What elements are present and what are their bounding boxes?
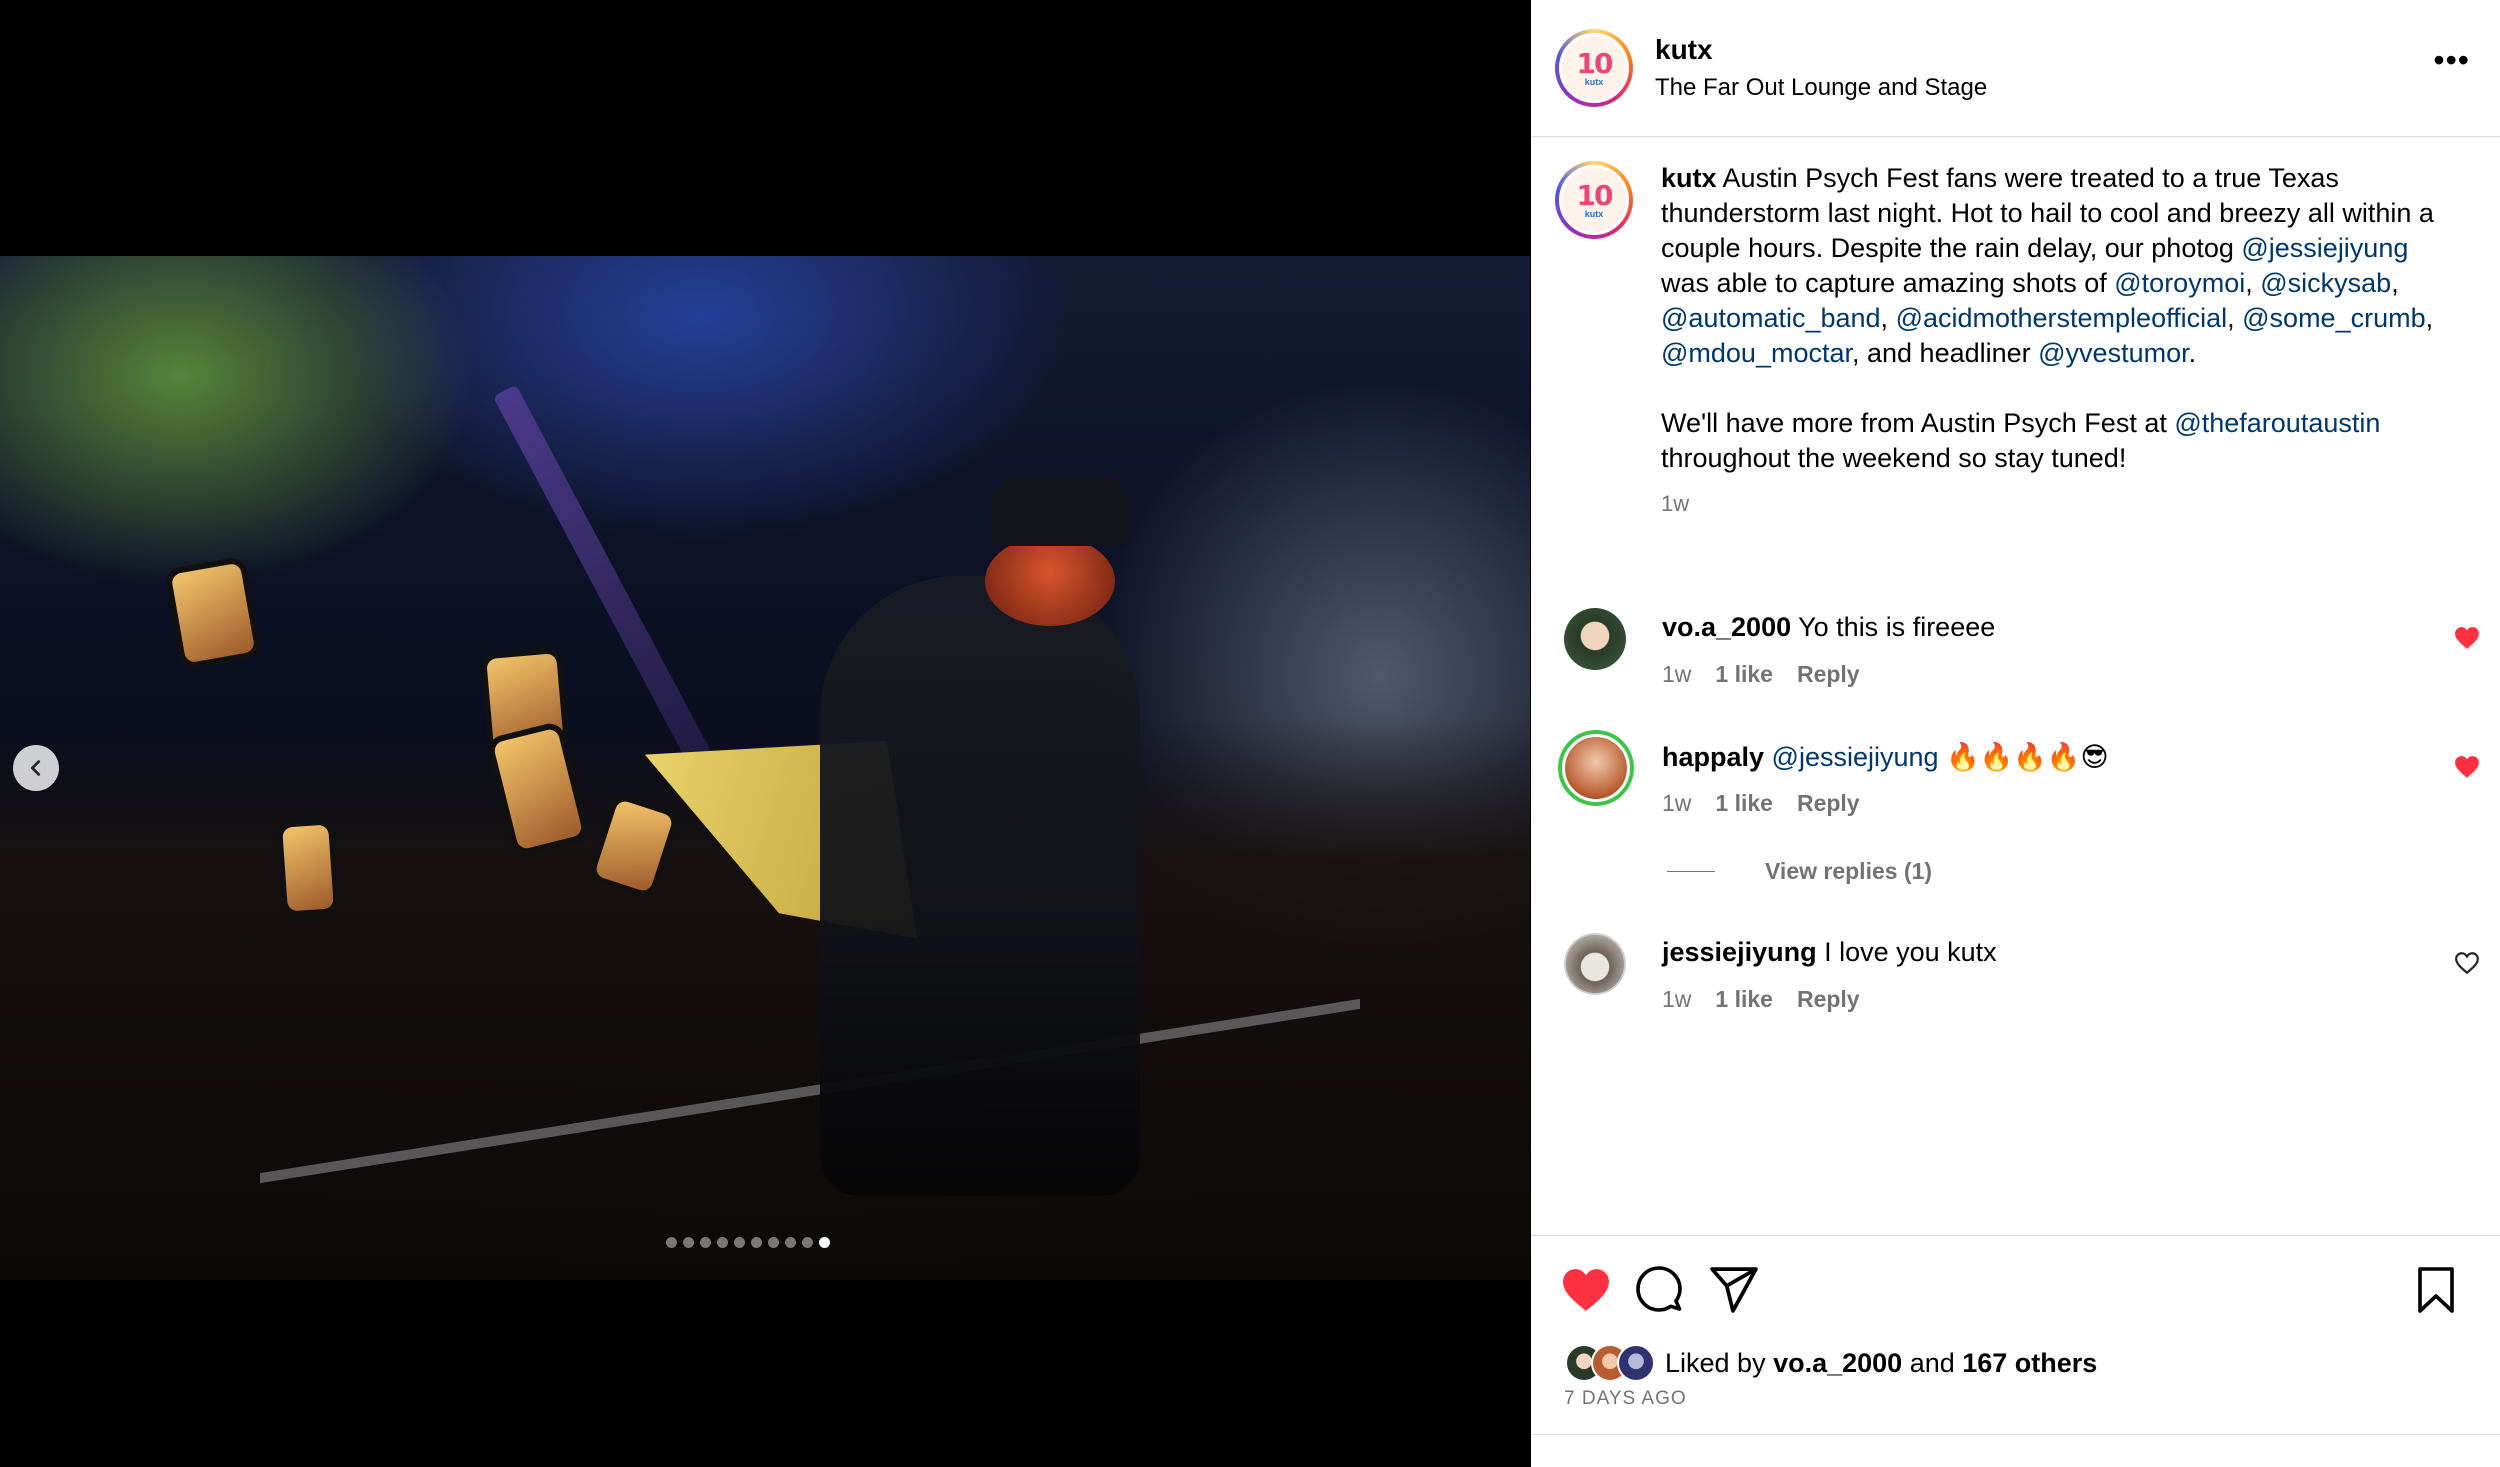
liked-by-others-link[interactable]: 167 others bbox=[1962, 1348, 2097, 1378]
carousel-dot bbox=[819, 1237, 830, 1248]
comment-username[interactable]: vo.a_2000 bbox=[1662, 612, 1791, 642]
chevron-left-icon bbox=[30, 760, 41, 776]
mention-link[interactable]: @yvestumor bbox=[2038, 338, 2188, 368]
performer bbox=[820, 576, 1140, 1196]
fan-phone bbox=[170, 562, 256, 664]
mention-link[interactable]: @mdou_moctar bbox=[1661, 338, 1852, 368]
comment-time[interactable]: 1w bbox=[1662, 790, 1691, 817]
likes-summary: Liked by vo.a_2000 and 167 others bbox=[1565, 1344, 2097, 1382]
profile-avatar[interactable]: 10 kutx bbox=[1555, 29, 1633, 107]
comment-like-filled-icon[interactable] bbox=[2454, 755, 2480, 779]
mention-link[interactable]: @some_crumb bbox=[2242, 303, 2425, 333]
more-options-button[interactable]: ••• bbox=[2433, 44, 2470, 76]
carousel-dot bbox=[700, 1237, 711, 1248]
liker-avatar[interactable] bbox=[1617, 1344, 1655, 1382]
comment-avatar[interactable] bbox=[1564, 608, 1626, 670]
post-date[interactable]: 7 DAYS AGO bbox=[1564, 1388, 1687, 1410]
mention-link[interactable]: @toroymoi bbox=[2114, 268, 2245, 298]
concert-photo[interactable] bbox=[0, 256, 1530, 1280]
paper-plane-icon[interactable] bbox=[1709, 1266, 1759, 1314]
carousel-indicator bbox=[666, 1237, 830, 1248]
carousel-dot bbox=[751, 1237, 762, 1248]
comment-meta: 1w 1 like Reply bbox=[1662, 986, 1860, 1013]
kutx-logo: 10 kutx bbox=[1562, 168, 1626, 232]
carousel-dot bbox=[785, 1237, 796, 1248]
post-header: 10 kutx kutx The Far Out Lounge and Stag… bbox=[1531, 0, 2500, 137]
comment-like-filled-icon[interactable] bbox=[2454, 626, 2480, 650]
liked-by-user-link[interactable]: vo.a_2000 bbox=[1773, 1348, 1902, 1378]
comment-likes[interactable]: 1 like bbox=[1715, 790, 1773, 817]
carousel-dot bbox=[717, 1237, 728, 1248]
comment-meta: 1w 1 like Reply bbox=[1662, 661, 1860, 688]
divider bbox=[1531, 1434, 2500, 1435]
fan-phone bbox=[282, 824, 334, 912]
comment-avatar[interactable] bbox=[1558, 730, 1634, 806]
caption-username[interactable]: kutx bbox=[1661, 163, 1717, 193]
comment-time[interactable]: 1w bbox=[1662, 986, 1691, 1013]
bookmark-icon[interactable] bbox=[2416, 1266, 2456, 1314]
mention-link[interactable]: @jessiejiyung bbox=[2241, 233, 2408, 263]
media-viewer bbox=[0, 0, 1530, 1467]
caption-avatar[interactable]: 10 kutx bbox=[1555, 161, 1633, 239]
previous-slide-button[interactable] bbox=[13, 745, 59, 791]
comment-username[interactable]: jessiejiyung bbox=[1662, 937, 1817, 967]
comment-avatar[interactable] bbox=[1564, 933, 1626, 995]
reply-button[interactable]: Reply bbox=[1797, 986, 1860, 1013]
view-replies-button[interactable]: View replies (1) bbox=[1667, 858, 1932, 885]
comment-like-outline-icon[interactable] bbox=[2454, 951, 2480, 975]
post-actions: Liked by vo.a_2000 and 167 others 7 DAYS… bbox=[1531, 1235, 2500, 1467]
mention-link[interactable]: @acidmotherstempleofficial bbox=[1896, 303, 2228, 333]
comment-likes[interactable]: 1 like bbox=[1715, 661, 1773, 688]
comment-meta: 1w 1 like Reply bbox=[1662, 790, 1860, 817]
performer-hat bbox=[990, 476, 1130, 546]
performer-hair bbox=[985, 536, 1115, 626]
post-location[interactable]: The Far Out Lounge and Stage bbox=[1655, 74, 1987, 102]
post-username[interactable]: kutx bbox=[1655, 34, 1987, 66]
mention-link[interactable]: @jessiejiyung bbox=[1772, 742, 1939, 772]
post-caption: 10 kutx kutx Austin Psych Fest fans were… bbox=[1531, 137, 2500, 521]
heart-filled-icon[interactable] bbox=[1561, 1266, 1611, 1314]
carousel-dot bbox=[683, 1237, 694, 1248]
carousel-dot bbox=[802, 1237, 813, 1248]
comment-text: jessiejiyung I love you kutx bbox=[1662, 937, 1997, 967]
mention-link[interactable]: @sickysab bbox=[2260, 268, 2391, 298]
liked-by-text: Liked by vo.a_2000 and 167 others bbox=[1665, 1347, 2098, 1378]
comment-icon[interactable] bbox=[1634, 1266, 1684, 1314]
kutx-logo: 10 kutx bbox=[1562, 36, 1626, 100]
carousel-dot bbox=[768, 1237, 779, 1248]
mention-link[interactable]: @thefaroutaustin bbox=[2174, 408, 2380, 438]
comment-time[interactable]: 1w bbox=[1662, 661, 1691, 688]
mention-link[interactable]: @automatic_band bbox=[1661, 303, 1881, 333]
comment-text: vo.a_2000 Yo this is fireeee bbox=[1662, 612, 1996, 642]
reply-button[interactable]: Reply bbox=[1797, 661, 1860, 688]
caption-timestamp[interactable]: 1w bbox=[1661, 486, 2461, 521]
carousel-dot bbox=[666, 1237, 677, 1248]
replies-divider bbox=[1667, 871, 1715, 872]
comment-username[interactable]: happaly bbox=[1662, 742, 1764, 772]
caption-text: kutx Austin Psych Fest fans were treated… bbox=[1661, 161, 2461, 521]
comment-likes[interactable]: 1 like bbox=[1715, 986, 1773, 1013]
reply-button[interactable]: Reply bbox=[1797, 790, 1860, 817]
carousel-dot bbox=[734, 1237, 745, 1248]
post-sidebar: 10 kutx kutx The Far Out Lounge and Stag… bbox=[1531, 0, 2500, 1467]
comment-text: happaly @jessiejiyung 🔥🔥🔥🔥😎 bbox=[1662, 742, 2109, 772]
